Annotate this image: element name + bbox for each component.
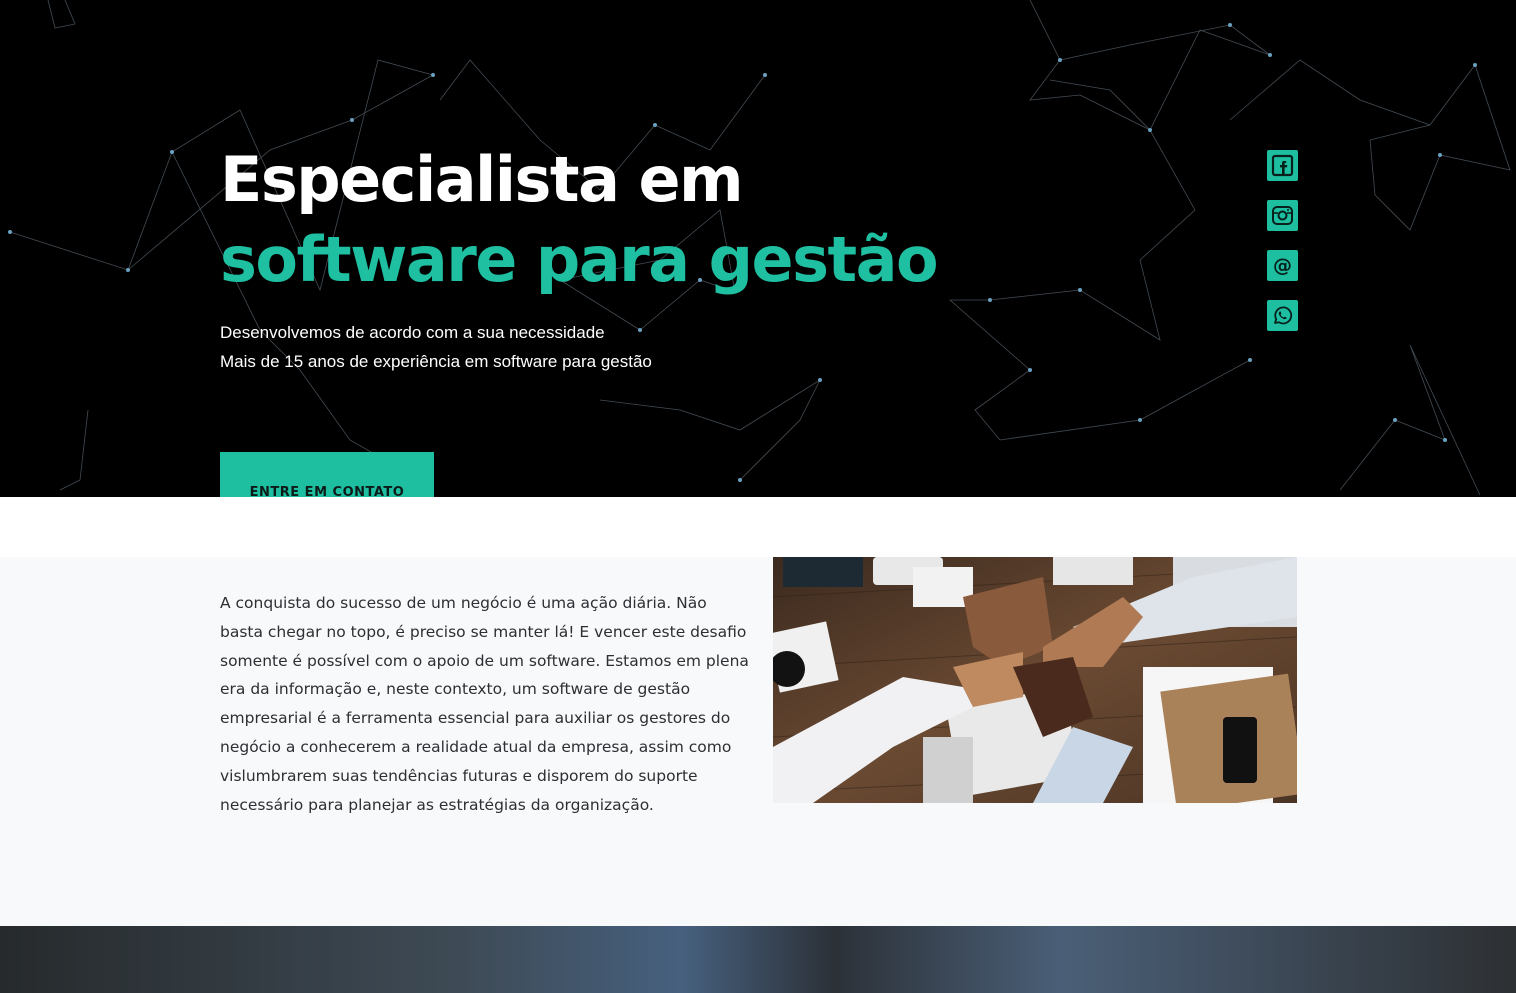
hero-title-part1: Especialista em	[220, 143, 744, 216]
email-link[interactable]: @	[1267, 250, 1298, 281]
next-section-background	[0, 926, 1516, 993]
email-at-icon: @	[1273, 255, 1292, 277]
svg-text:@: @	[1273, 255, 1292, 277]
hero-title-highlight: software para gestão	[220, 223, 939, 296]
about-section: A conquista do sucesso de um negócio é u…	[0, 557, 1516, 926]
instagram-link[interactable]	[1267, 200, 1298, 231]
hero-subtitle: Desenvolvemos de acordo com a sua necess…	[220, 318, 652, 376]
whatsapp-icon	[1274, 306, 1293, 325]
team-fist-bump-image	[773, 557, 1297, 803]
section-spacer	[0, 497, 1516, 557]
hero-section: Especialista em software para gestão Des…	[0, 0, 1516, 497]
social-links: @	[1267, 150, 1298, 350]
about-paragraph: A conquista do sucesso de um negócio é u…	[220, 594, 749, 814]
facebook-link[interactable]	[1267, 150, 1298, 181]
whatsapp-link[interactable]	[1267, 300, 1298, 331]
hero-subtitle-line2: Mais de 15 anos de experiência em softwa…	[220, 352, 652, 371]
instagram-icon	[1272, 206, 1293, 225]
hero-subtitle-line1: Desenvolvemos de acordo com a sua necess…	[220, 323, 605, 342]
facebook-icon	[1271, 154, 1294, 177]
hero-title: Especialista em software para gestão	[220, 140, 1020, 300]
contact-button[interactable]: ENTRE EM CONTATO	[220, 452, 434, 497]
